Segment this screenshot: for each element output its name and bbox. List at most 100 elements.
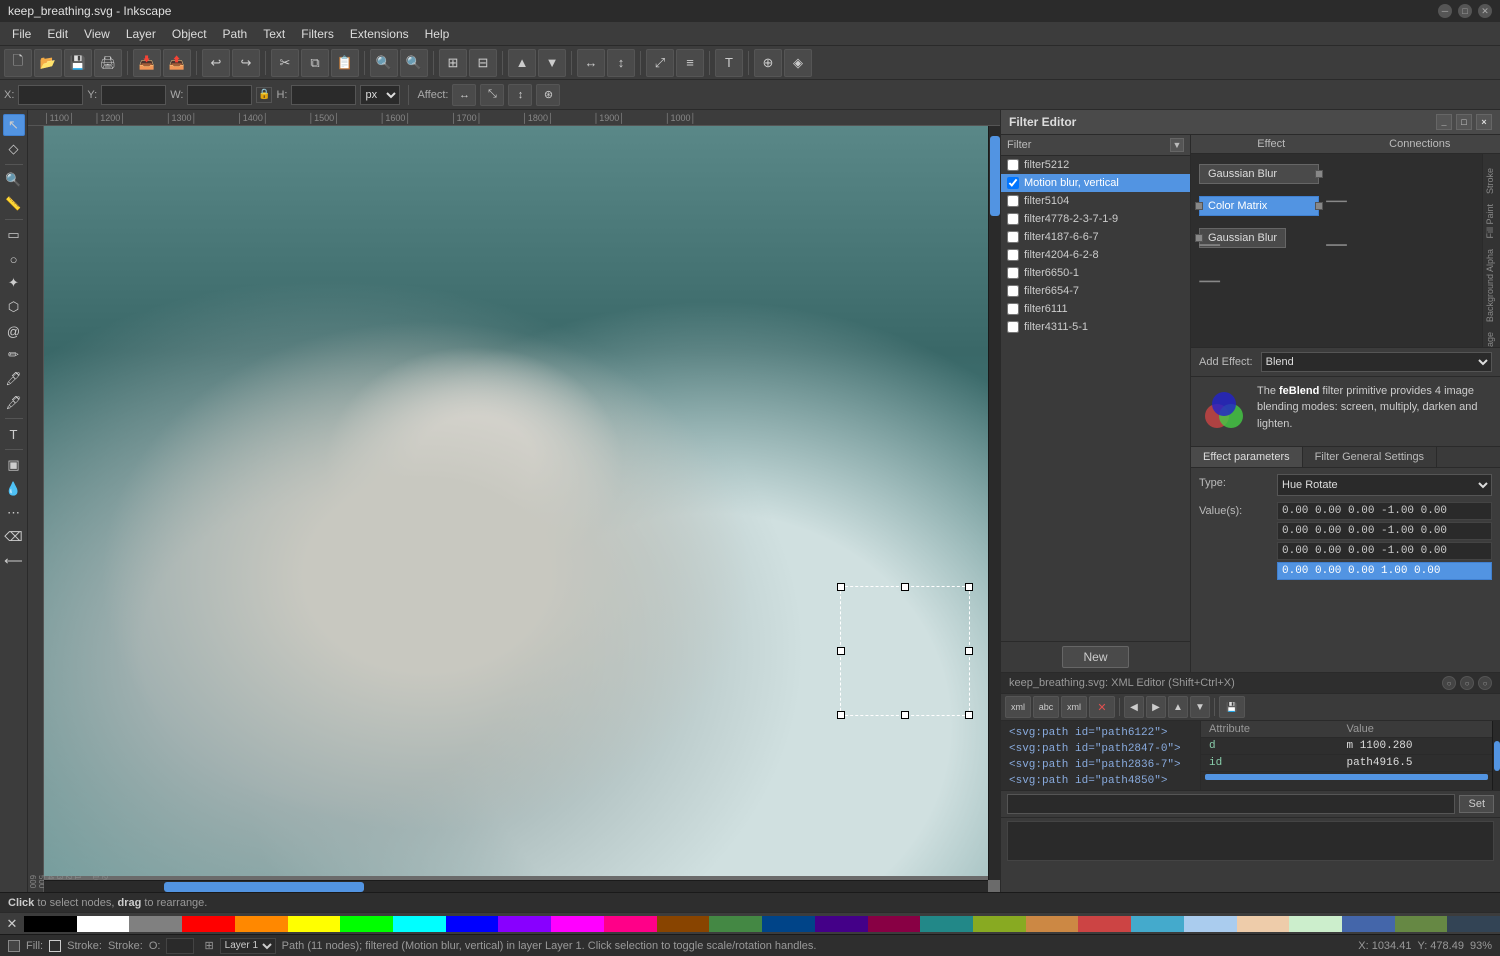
xml-btn-code[interactable]: xml <box>1061 696 1087 718</box>
filter-item-filter4204[interactable]: filter4204-6-2-8 <box>1001 246 1190 264</box>
eraser-tool[interactable]: ⌫ <box>3 526 25 548</box>
spiral-tool[interactable]: @ <box>3 320 25 342</box>
add-effect-select[interactable]: Blend ColorMatrix GaussianBlur Merge <box>1261 352 1492 372</box>
v-scrollbar[interactable] <box>988 126 1000 880</box>
xml-node-path2836[interactable]: <svg:path id="path2836-7"> <box>1001 757 1200 773</box>
swatch-gray[interactable] <box>129 916 182 932</box>
filter-item-filter4778[interactable]: filter4778-2-3-7-1-9 <box>1001 210 1190 228</box>
gradient-tool[interactable]: ▣ <box>3 454 25 476</box>
xml-set-button[interactable]: Set <box>1459 795 1494 813</box>
transform-button[interactable]: ⤢ <box>646 49 674 77</box>
pencil-tool[interactable]: ✏ <box>3 344 25 366</box>
type-select[interactable]: Hue Rotate Matrix Saturate LuminanceToAl… <box>1277 474 1492 496</box>
spray-tool[interactable]: ⋯ <box>3 502 25 524</box>
swatch-red[interactable] <box>182 916 235 932</box>
swatch-cyan[interactable] <box>393 916 446 932</box>
tab-effect-parameters[interactable]: Effect parameters <box>1191 447 1303 467</box>
filter-item-filter6111[interactable]: filter6111 <box>1001 300 1190 318</box>
filter-item-filter6650[interactable]: filter6650-1 <box>1001 264 1190 282</box>
maximize-button[interactable]: □ <box>1458 4 1472 18</box>
xml-btn-node[interactable]: xml <box>1005 696 1031 718</box>
filter-checkbox-filter5104[interactable] <box>1007 195 1019 207</box>
close-button[interactable]: ✕ <box>1478 4 1492 18</box>
units-select[interactable]: px mm cm <box>360 85 400 105</box>
cut-button[interactable]: ✂ <box>271 49 299 77</box>
group-button[interactable]: ⊞ <box>439 49 467 77</box>
filter-item-filter5212[interactable]: filter5212 <box>1001 156 1190 174</box>
filter-checkbox-filter5212[interactable] <box>1007 159 1019 171</box>
xml-btn-save[interactable]: 💾 <box>1219 696 1245 718</box>
filter-checkbox-motion-blur-vertical[interactable] <box>1007 177 1019 189</box>
menu-extensions[interactable]: Extensions <box>342 25 417 43</box>
filter-checkbox-filter4187[interactable] <box>1007 231 1019 243</box>
swatch-coral[interactable] <box>1078 916 1131 932</box>
effect-node-gaussian1[interactable]: Gaussian Blur <box>1199 164 1319 184</box>
matrix-row-2[interactable]: 0.00 0.00 0.00 -1.00 0.00 <box>1277 542 1492 560</box>
xml-scrollbar[interactable] <box>1492 721 1500 790</box>
menu-text[interactable]: Text <box>255 25 293 43</box>
swatch-lightblue[interactable] <box>1184 916 1237 932</box>
xml-btn-text[interactable]: abc <box>1033 696 1059 718</box>
opacity-input[interactable]: 73 <box>166 938 194 954</box>
fe-maximize[interactable]: □ <box>1456 114 1472 130</box>
xml-nav-next[interactable]: ▶ <box>1146 696 1166 718</box>
port-colormatrix-right[interactable] <box>1315 202 1323 210</box>
xml-nav-prev[interactable]: ◀ <box>1124 696 1144 718</box>
xml-node-path4850[interactable]: <svg:path id="path4850"> <box>1001 773 1200 789</box>
zoom-tool[interactable]: 🔍 <box>3 169 25 191</box>
raise-button[interactable]: ▲ <box>508 49 536 77</box>
no-color-button[interactable]: ✕ <box>4 916 20 932</box>
lock-aspect-button[interactable]: 🔒 <box>256 87 272 103</box>
canvas-content[interactable] <box>44 126 1000 876</box>
flip-v-button[interactable]: ↕ <box>607 49 635 77</box>
swatch-darkpurple[interactable] <box>815 916 868 932</box>
star-tool[interactable]: ✦ <box>3 272 25 294</box>
v-scrollthumb[interactable] <box>990 136 1000 216</box>
menu-layer[interactable]: Layer <box>118 25 164 43</box>
xml-value-input[interactable] <box>1007 794 1455 814</box>
xml-attr-id[interactable]: id path4916.5 <box>1201 755 1492 772</box>
zoom-out-button[interactable]: 🔍 <box>400 49 428 77</box>
fe-close[interactable]: × <box>1476 114 1492 130</box>
save-button[interactable]: 💾 <box>64 49 92 77</box>
filter-item-filter4187[interactable]: filter4187-6-6-7 <box>1001 228 1190 246</box>
print-button[interactable]: 🖨 <box>94 49 122 77</box>
measure-tool[interactable]: 📏 <box>3 193 25 215</box>
xml-scrollthumb[interactable] <box>1494 741 1500 771</box>
swatch-orange[interactable] <box>235 916 288 932</box>
handle-br[interactable] <box>965 711 973 719</box>
effect-node-gaussian2[interactable]: Gaussian Blur <box>1199 228 1286 248</box>
filter-item-filter4311[interactable]: filter4311-5-1 <box>1001 318 1190 336</box>
import-button[interactable]: 📥 <box>133 49 161 77</box>
matrix-row-1[interactable]: 0.00 0.00 0.00 -1.00 0.00 <box>1277 522 1492 540</box>
affect-btn2[interactable]: ⤡ <box>480 84 504 106</box>
filter-checkbox-filter6654[interactable] <box>1007 285 1019 297</box>
circle-tool[interactable]: ○ <box>3 248 25 270</box>
y-input[interactable]: -16.825 <box>101 85 166 105</box>
connector-tool[interactable]: ⟵ <box>3 550 25 572</box>
swatch-darkgreen[interactable] <box>709 916 762 932</box>
text-tool[interactable]: T <box>3 423 25 445</box>
xml-nav-up[interactable]: ▲ <box>1168 696 1188 718</box>
menu-view[interactable]: View <box>76 25 118 43</box>
xml-nav-down[interactable]: ▼ <box>1190 696 1210 718</box>
xml-close[interactable]: ○ <box>1478 676 1492 690</box>
xml-minimize[interactable]: ○ <box>1442 676 1456 690</box>
menu-path[interactable]: Path <box>215 25 256 43</box>
fill-stroke-button[interactable]: ◈ <box>784 49 812 77</box>
effect-node-colormatrix[interactable]: Color Matrix <box>1199 196 1319 216</box>
tab-filter-general[interactable]: Filter General Settings <box>1303 447 1437 467</box>
swatch-magenta[interactable] <box>551 916 604 932</box>
swatch-darkblue[interactable] <box>762 916 815 932</box>
swatch-skyblue[interactable] <box>1131 916 1184 932</box>
swatch-lime[interactable] <box>973 916 1026 932</box>
handle-tr[interactable] <box>965 583 973 591</box>
handle-bl[interactable] <box>837 711 845 719</box>
filter-item-motion-blur-vertical[interactable]: Motion blur, vertical <box>1001 174 1190 192</box>
filter-checkbox-filter4204[interactable] <box>1007 249 1019 261</box>
view-zoom-button[interactable]: ⊕ <box>754 49 782 77</box>
swatch-pink[interactable] <box>604 916 657 932</box>
h-input[interactable]: 201.90C <box>291 85 356 105</box>
swatch-lightgreen[interactable] <box>1289 916 1342 932</box>
minimize-button[interactable]: ─ <box>1438 4 1452 18</box>
